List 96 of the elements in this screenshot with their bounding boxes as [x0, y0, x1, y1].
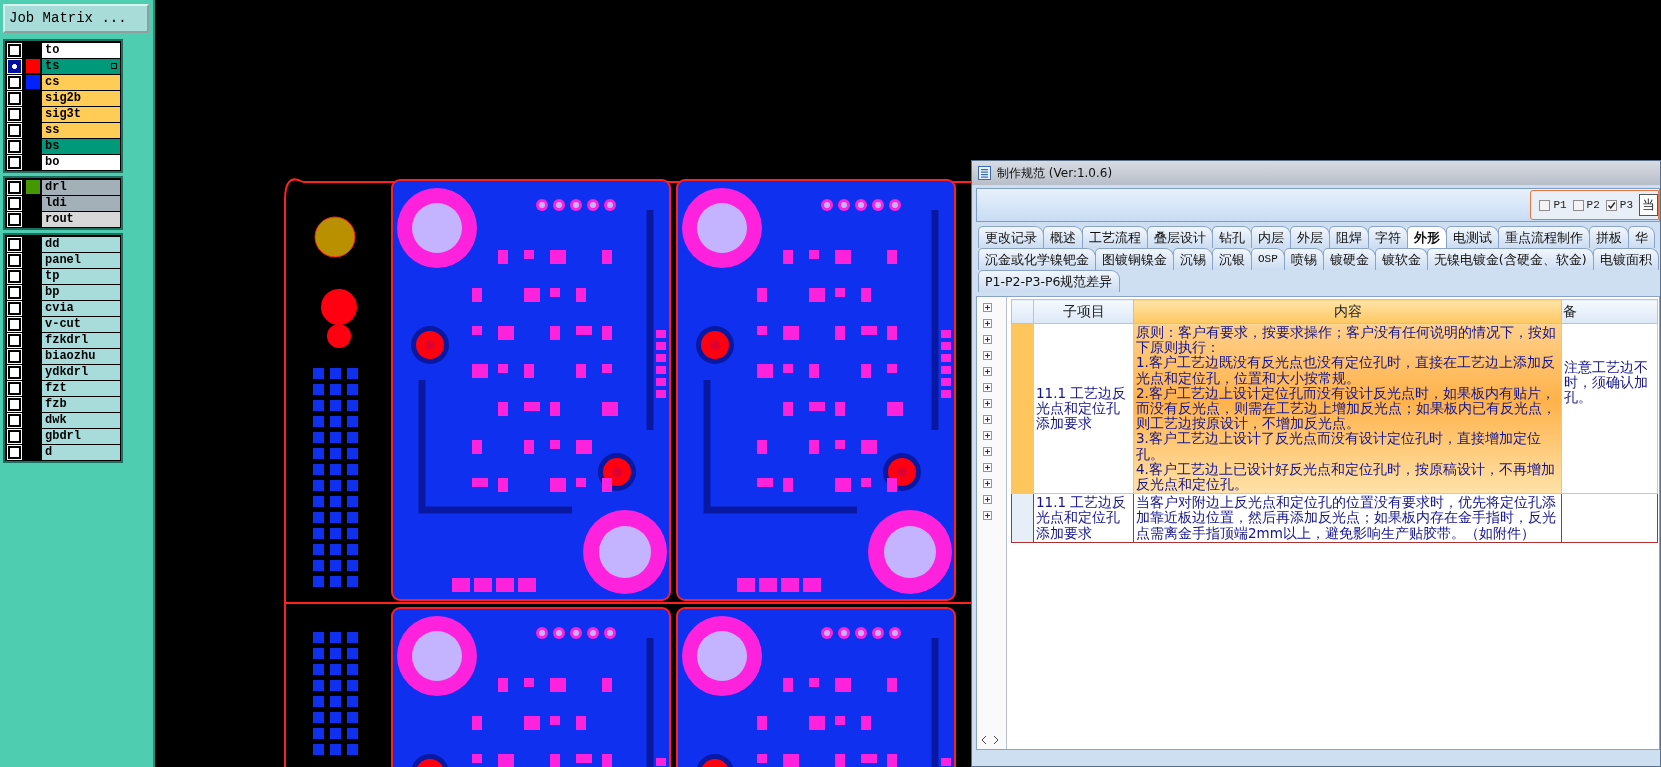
layer-name[interactable]: dwk	[42, 412, 120, 428]
layer-name[interactable]: v-cut	[42, 316, 120, 332]
expand-icon[interactable]	[983, 367, 992, 376]
layer-name[interactable]: biaozhu	[42, 348, 120, 364]
table-cell: 11.1 工艺边反光点和定位孔添加要求	[1033, 493, 1134, 543]
expand-icon[interactable]	[983, 351, 992, 360]
layer-name[interactable]: panel	[42, 252, 120, 268]
layer-checkbox[interactable]	[8, 91, 21, 105]
layer-checkbox[interactable]	[8, 139, 21, 153]
column-header[interactable]: 备	[1561, 299, 1658, 324]
layer-checkbox[interactable]	[8, 43, 21, 57]
content-paragraph: 3.客户工艺边上设计了反光点而没有设计定位孔时，直接增加定位孔。	[1136, 431, 1542, 462]
layer-name[interactable]: to	[42, 42, 120, 58]
layer-checkbox[interactable]	[8, 212, 21, 226]
layer-checkbox[interactable]	[8, 301, 21, 315]
layer-name[interactable]: sig3t	[42, 106, 120, 122]
tab[interactable]: 电镀面积	[1592, 248, 1659, 270]
layer-name[interactable]: sig2b	[42, 90, 120, 106]
table-cell: 11.1 工艺边反光点和定位孔添加要求	[1033, 323, 1134, 494]
page-label: P3	[1619, 197, 1633, 213]
layer-name[interactable]: ss	[42, 122, 120, 138]
current-button[interactable]: 当	[1639, 194, 1658, 216]
layer-name[interactable]: drl	[42, 179, 120, 195]
tab[interactable]: 华	[1628, 226, 1655, 248]
layer-checkbox[interactable]	[8, 349, 21, 363]
layer-name[interactable]: d	[42, 444, 120, 460]
layer-checkbox[interactable]	[8, 180, 21, 194]
layer-checkbox[interactable]	[8, 155, 21, 169]
tab[interactable]: 重点流程制作	[1498, 226, 1590, 248]
tab[interactable]: 更改记录	[978, 226, 1044, 248]
layer-checkbox[interactable]	[8, 365, 21, 379]
layer-name[interactable]: ydkdrl	[42, 364, 120, 380]
expand-icon[interactable]	[983, 383, 992, 392]
column-header[interactable]: 子项目	[1033, 299, 1134, 324]
layer-checkbox[interactable]	[8, 59, 21, 73]
expand-icon[interactable]	[983, 511, 992, 520]
expand-icon[interactable]	[983, 319, 992, 328]
active-layer-marker-icon	[111, 63, 117, 69]
expand-icon[interactable]	[983, 495, 992, 504]
app-icon	[978, 166, 991, 180]
layer-checkbox[interactable]	[8, 445, 21, 459]
layer-checkbox[interactable]	[8, 397, 21, 411]
content-paragraph: 1.客户工艺边既没有反光点也没有定位孔时，直接在工艺边上添加反光点和定位孔，位置和大小按常规。	[1136, 355, 1556, 386]
expand-icon[interactable]	[983, 431, 992, 440]
layer-name[interactable]: tp	[42, 268, 120, 284]
expand-icon[interactable]	[983, 447, 992, 456]
row-header[interactable]	[1011, 493, 1034, 543]
layer-checkbox[interactable]	[8, 333, 21, 347]
expand-icon[interactable]	[983, 479, 992, 488]
layer-name[interactable]: ts	[42, 58, 120, 74]
layer-checkbox[interactable]	[8, 429, 21, 443]
expand-icon[interactable]	[983, 335, 992, 344]
page-checkbox[interactable]	[1572, 199, 1584, 211]
layer-checkbox[interactable]	[8, 196, 21, 210]
layer-name[interactable]: bo	[42, 154, 120, 170]
layer-checkbox[interactable]	[8, 253, 21, 267]
job-matrix-button[interactable]: Job Matrix ...	[3, 4, 149, 33]
content-paragraph: 当客户对附边上反光点和定位孔的位置没有要求时，优先将定位孔添加靠近板边位置，然后再添加反光点；如果板内存在金手指时，反光点需离金手指顶端2mm以上，避免影响生产贴胶带。（如附件）	[1136, 495, 1557, 541]
layer-checkbox[interactable]	[8, 317, 21, 331]
layer-name[interactable]: bs	[42, 138, 120, 154]
layer-name[interactable]: gbdrl	[42, 428, 120, 444]
layer-checkbox[interactable]	[8, 381, 21, 395]
expand-icon[interactable]	[983, 399, 992, 408]
page-label: P2	[1586, 197, 1600, 213]
tab[interactable]: P1-P2-P3-P6规范差异	[978, 270, 1120, 292]
layer-name[interactable]: fzkdrl	[42, 332, 120, 348]
layer-checkbox[interactable]	[8, 269, 21, 283]
layer-name[interactable]: fzb	[42, 396, 120, 412]
layer-checkbox[interactable]	[8, 237, 21, 251]
page-checkbox[interactable]	[1605, 199, 1617, 211]
page-checkbox[interactable]	[1539, 199, 1551, 211]
layer-checkbox[interactable]	[8, 413, 21, 427]
window-title: 制作规范 (Ver:1.0.6)	[997, 165, 1113, 182]
page-label: P1	[1553, 197, 1567, 213]
layer-name[interactable]: ldi	[42, 195, 120, 211]
content-paragraph: 4.客户工艺边上已设计好反光点和定位孔时，按原稿设计，不再增加反光点和定位孔。	[1136, 461, 1556, 493]
layer-name[interactable]: rout	[42, 211, 120, 227]
layer-checkbox[interactable]	[8, 107, 21, 121]
content-paragraph: 2.客户工艺边上设计定位孔而没有设计反光点时，如果板内有贴片，而没有反光点，则需在工艺边上增加反光点；如果板内已有反光点，则工艺边按原设计，不增加反光点。	[1136, 385, 1557, 432]
remark-text: 注意工艺边不时，须确认加孔。	[1564, 359, 1648, 406]
layer-name[interactable]: dd	[42, 236, 120, 252]
content-paragraph: 原则：客户有要求，按要求操作；客户没有任何说明的情况下，按如下原则执行：	[1136, 325, 1557, 356]
scroll-arrows-icon[interactable]	[981, 735, 999, 745]
tab[interactable]: 沉金或化学镍钯金	[978, 248, 1096, 270]
tab[interactable]: 外形	[1407, 226, 1447, 248]
layer-checkbox[interactable]	[8, 123, 21, 137]
layer-name[interactable]: cs	[42, 74, 120, 90]
expand-icon[interactable]	[983, 303, 992, 312]
layer-checkbox[interactable]	[8, 75, 21, 89]
expand-icon[interactable]	[983, 415, 992, 424]
expand-icon[interactable]	[983, 463, 992, 472]
layer-checkbox[interactable]	[8, 285, 21, 299]
layer-name[interactable]: fzt	[42, 380, 120, 396]
layer-name[interactable]: cvia	[42, 300, 120, 316]
layer-name[interactable]: bp	[42, 284, 120, 300]
column-header[interactable]: 内容	[1133, 299, 1562, 324]
